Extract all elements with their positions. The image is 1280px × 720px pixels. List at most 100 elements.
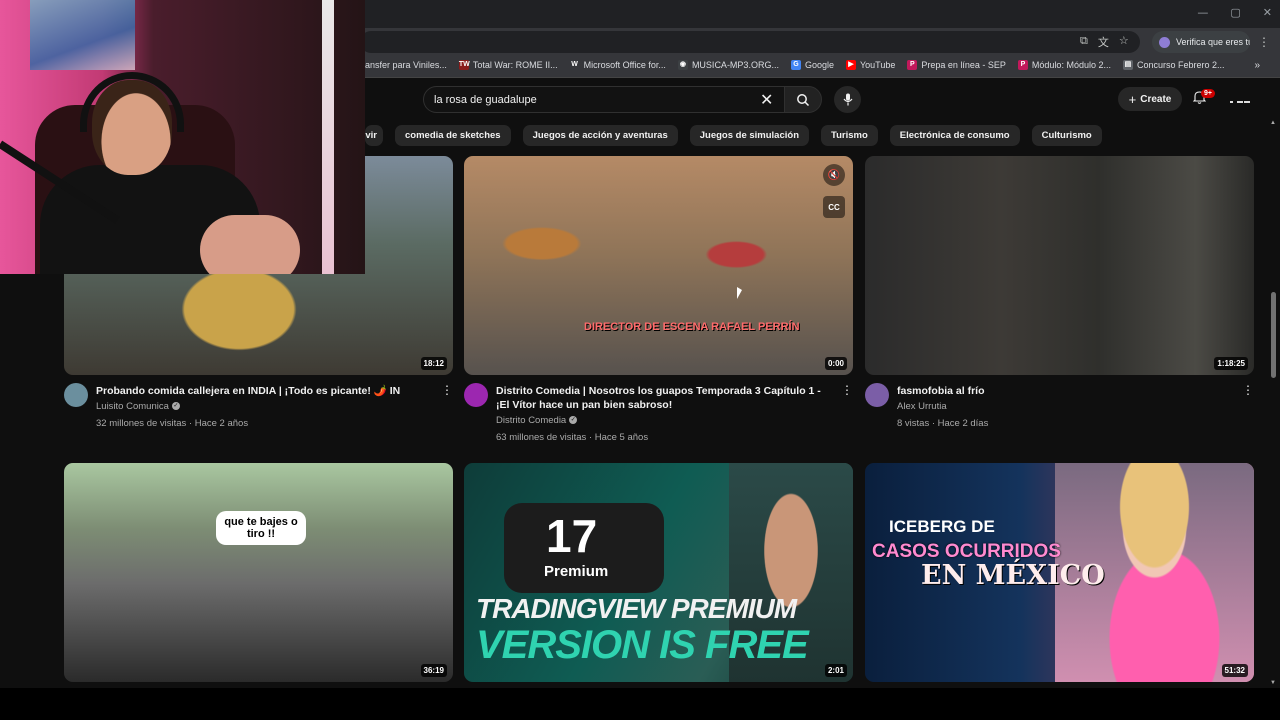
bookmark-label: Concurso Febrero 2... [1136, 60, 1225, 70]
led-light-strip [322, 0, 334, 274]
video-thumbnail[interactable]: que te bajes o tiro !! 36:19 [64, 463, 453, 682]
thumbnail-speech-bubble: que te bajes o tiro !! [216, 511, 306, 545]
more-actions-icon[interactable]: ⋮ [841, 383, 853, 397]
plus-icon: + [1128, 91, 1137, 107]
profile-avatar-icon [1159, 36, 1170, 48]
create-button[interactable]: + Create [1118, 87, 1182, 111]
video-duration: 51:32 [1221, 664, 1248, 677]
bookmark-label: MUSICA-MP3.ORG... [691, 60, 779, 70]
close-icon[interactable]: ✕ [1263, 6, 1272, 19]
clear-search-icon[interactable]: ✕ [760, 90, 773, 109]
bookmark-label: ransfer para Viniles... [362, 60, 447, 70]
page-scrollbar[interactable]: ▲ ▼ [1268, 120, 1278, 686]
bookmark-label: YouTube [859, 60, 896, 70]
video-thumbnail[interactable]: ICEBERG DE CASOS OCURRIDOS EN MÉXICO 51:… [865, 463, 1254, 682]
filter-chip[interactable]: vir [365, 125, 383, 146]
bookmark-star-icon[interactable]: ☆ [1119, 34, 1129, 50]
more-actions-icon[interactable]: ⋮ [441, 383, 453, 397]
video-thumbnail[interactable]: 🔇 CC DIRECTOR DE ESCENA RAFAEL PERRÍN 0:… [464, 156, 853, 375]
filter-chip[interactable]: Culturismo [1031, 125, 1102, 146]
bookmark-item[interactable]: P Módulo: Módulo 2... [1017, 60, 1111, 70]
channel-name[interactable]: Distrito Comedia ✓ [496, 414, 826, 428]
screen: — ▢ ✕ ⧉ 文 ☆ Verifica que eres tú ⋮ ransf… [0, 0, 1280, 720]
video-thumbnail[interactable]: 1:18:25 [865, 156, 1254, 375]
closed-captions-icon[interactable]: CC [823, 196, 845, 218]
verified-check-icon: ✓ [569, 416, 578, 425]
mute-icon[interactable]: 🔇 [823, 164, 845, 186]
search-button[interactable] [784, 86, 822, 113]
filter-chip[interactable]: Electrónica de consumo [889, 125, 1020, 146]
video-stats: 63 millones de visitas · Hace 5 años [496, 432, 649, 443]
bookmark-favicon-icon: ◉ [677, 60, 688, 70]
bookmark-favicon-icon: G [790, 60, 801, 70]
bookmark-label: Prepa en línea - SEP [921, 60, 1006, 70]
minimize-icon[interactable]: — [1197, 6, 1208, 19]
channel-name[interactable]: Luisito Comunica ✓ [96, 400, 426, 414]
url-input[interactable] [360, 31, 1140, 53]
thumbnail-caption: DIRECTOR DE ESCENA RAFAEL PERRÍN [584, 321, 800, 333]
bookmark-favicon-icon: W [569, 60, 580, 70]
wall-poster [30, 0, 135, 70]
bookmark-item[interactable]: TW Total War: ROME II... [458, 60, 558, 70]
bookmark-item[interactable]: ransfer para Viniles... [362, 60, 447, 70]
filter-chip[interactable]: comedia de sketches [395, 125, 511, 146]
profile-label: Verifica que eres tú [1176, 37, 1250, 47]
bookmark-favicon-icon: P [907, 60, 918, 70]
video-title-text: fasmofobia al frío [897, 385, 985, 397]
video-stats: 8 vistas · Hace 2 días [897, 418, 989, 429]
channel-name-text: Luisito Comunica [96, 401, 169, 412]
voice-search-button[interactable] [834, 86, 861, 113]
filter-chip[interactable]: Turismo [821, 125, 878, 146]
video-duration: 18:12 [420, 357, 447, 370]
cast-icon[interactable]: ⧉ [1080, 34, 1088, 50]
maximize-icon[interactable]: ▢ [1230, 6, 1240, 19]
video-thumbnail[interactable]: 17 Premium TRADINGVIEW PREMIUM VERSION I… [464, 463, 853, 682]
channel-avatar[interactable] [865, 383, 889, 407]
more-actions-icon[interactable]: ⋮ [1242, 383, 1254, 397]
bookmark-label: Total War: ROME II... [472, 60, 558, 70]
video-duration: 1:18:25 [1214, 357, 1248, 370]
search-query: la rosa de guadalupe [434, 93, 537, 106]
bookmark-item[interactable]: W Microsoft Office for... [569, 60, 666, 70]
bookmark-item[interactable]: G Google [790, 60, 834, 70]
address-bar-icons: ⧉ 文 ☆ [1080, 34, 1129, 50]
scroll-down-icon[interactable]: ▼ [1270, 680, 1276, 686]
more-bookmarks-icon[interactable]: » [1254, 60, 1260, 71]
channel-avatar[interactable] [64, 383, 88, 407]
video-title[interactable]: Probando comida callejera en INDIA | ¡To… [96, 384, 426, 431]
window-controls: — ▢ ✕ [1197, 6, 1272, 19]
scrollbar-thumb[interactable] [1271, 292, 1276, 378]
video-duration: 36:19 [420, 664, 447, 677]
video-duration: 0:00 [824, 357, 847, 370]
bookmark-item[interactable]: P Prepa en línea - SEP [907, 60, 1006, 70]
profile-button[interactable]: Verifica que eres tú [1152, 31, 1250, 53]
tradingview-logo-word: Premium [544, 563, 609, 580]
bookmark-item[interactable]: ▤ Concurso Febrero 2... [1122, 60, 1225, 70]
filter-chips: vir comedia de sketches Juegos de acción y… [365, 125, 1102, 146]
bookmark-label: Microsoft Office for... [583, 60, 666, 70]
headset [80, 72, 184, 132]
account-avatar[interactable] [1230, 93, 1250, 103]
verified-check-icon: ✓ [171, 402, 180, 411]
thumbnail-headline: TRADINGVIEW PREMIUM VERSION IS FREE [476, 591, 809, 665]
bookmark-item[interactable]: ◉ MUSICA-MP3.ORG... [677, 60, 779, 70]
channel-avatar[interactable] [464, 383, 488, 407]
browser-menu-icon[interactable]: ⋮ [1258, 35, 1270, 49]
video-title[interactable]: Distrito Comedia | Nosotros los guapos T… [496, 384, 826, 445]
screen-bottom-bar [0, 688, 1280, 720]
translate-icon[interactable]: 文 [1098, 34, 1109, 50]
bookmark-item[interactable]: ▶ YouTube [845, 60, 896, 70]
filter-chip[interactable]: Juegos de simulación [689, 125, 809, 146]
search-input[interactable]: la rosa de guadalupe [423, 86, 785, 113]
bookmark-favicon-icon: P [1017, 60, 1028, 70]
video-duration: 2:01 [824, 664, 847, 677]
filter-chip[interactable]: Juegos de acción y aventuras [522, 125, 678, 146]
video-stats: 32 millones de visitas · Hace 2 años [96, 418, 249, 429]
video-title-text: Probando comida callejera en INDIA | ¡To… [96, 385, 401, 397]
channel-name[interactable]: Alex Urrutia [897, 400, 1227, 414]
thumbnail-headline-line1: ICEBERG DE [889, 517, 995, 536]
scroll-up-icon[interactable]: ▲ [1270, 120, 1276, 126]
video-title[interactable]: fasmofobia al frío Alex Urrutia 8 vistas… [897, 384, 1227, 431]
mouse-cursor-icon [737, 287, 742, 299]
channel-name-text: Alex Urrutia [897, 401, 947, 412]
